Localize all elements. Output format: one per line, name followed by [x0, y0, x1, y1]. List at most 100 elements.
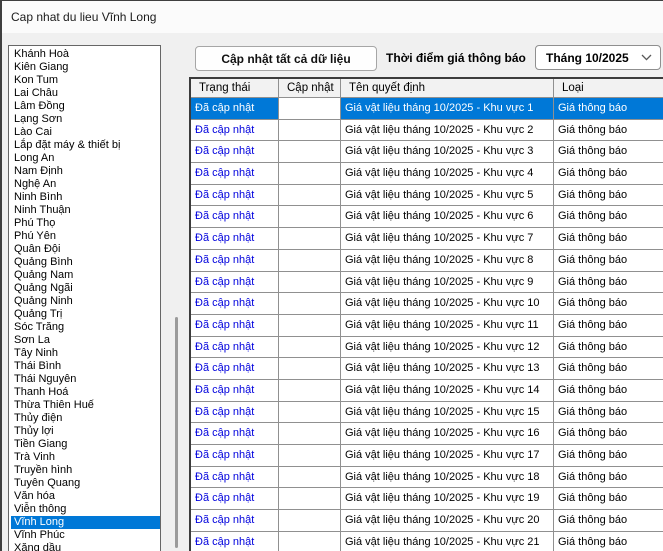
- table-row[interactable]: Đã cập nhậtGiá vật liệu tháng 10/2025 - …: [191, 532, 663, 551]
- cell-update[interactable]: [279, 423, 341, 445]
- list-item[interactable]: Thừa Thiên Huế: [11, 399, 160, 412]
- cell-status[interactable]: Đã cập nhật: [191, 380, 279, 402]
- table-row[interactable]: Đã cập nhậtGiá vật liệu tháng 10/2025 - …: [191, 98, 663, 120]
- list-item[interactable]: Nam Định: [11, 165, 160, 178]
- cell-update[interactable]: [279, 467, 341, 489]
- cell-update[interactable]: [279, 141, 341, 163]
- list-item[interactable]: Lắp đặt máy & thiết bị: [11, 139, 160, 152]
- list-item[interactable]: Quân Đội: [11, 243, 160, 256]
- list-item[interactable]: Kon Tum: [11, 74, 160, 87]
- cell-status[interactable]: Đã cập nhật: [191, 228, 279, 250]
- table-row[interactable]: Đã cập nhậtGiá vật liệu tháng 10/2025 - …: [191, 337, 663, 359]
- cell-update[interactable]: [279, 120, 341, 142]
- list-item[interactable]: Vĩnh Phúc: [11, 529, 160, 542]
- cell-status[interactable]: Đã cập nhật: [191, 445, 279, 467]
- cell-update[interactable]: [279, 293, 341, 315]
- list-item[interactable]: Tuyên Quang: [11, 477, 160, 490]
- table-row[interactable]: Đã cập nhậtGiá vật liệu tháng 10/2025 - …: [191, 423, 663, 445]
- list-item[interactable]: Viễn thông: [11, 503, 160, 516]
- list-item[interactable]: Quảng Trị: [11, 308, 160, 321]
- list-item[interactable]: Thanh Hoá: [11, 386, 160, 399]
- list-item[interactable]: Long An: [11, 152, 160, 165]
- list-item[interactable]: Khánh Hoà: [11, 48, 160, 61]
- cell-status[interactable]: Đã cập nhật: [191, 488, 279, 510]
- table-row[interactable]: Đã cập nhậtGiá vật liệu tháng 10/2025 - …: [191, 315, 663, 337]
- list-item[interactable]: Thủy lợi: [11, 425, 160, 438]
- cell-update[interactable]: [279, 402, 341, 424]
- cell-update[interactable]: [279, 98, 341, 120]
- list-item[interactable]: Lai Châu: [11, 87, 160, 100]
- cell-update[interactable]: [279, 488, 341, 510]
- table-row[interactable]: Đã cập nhậtGiá vật liệu tháng 10/2025 - …: [191, 293, 663, 315]
- cell-update[interactable]: [279, 337, 341, 359]
- table-row[interactable]: Đã cập nhậtGiá vật liệu tháng 10/2025 - …: [191, 185, 663, 207]
- list-item[interactable]: Sơn La: [11, 334, 160, 347]
- listbox-scrollbar-thumb[interactable]: [175, 317, 178, 548]
- column-header-status[interactable]: Trạng thái: [191, 79, 279, 98]
- table-row[interactable]: Đã cập nhậtGiá vật liệu tháng 10/2025 - …: [191, 141, 663, 163]
- list-item[interactable]: Lạng Sơn: [11, 113, 160, 126]
- table-row[interactable]: Đã cập nhậtGiá vật liệu tháng 10/2025 - …: [191, 445, 663, 467]
- table-row[interactable]: Đã cập nhậtGiá vật liệu tháng 10/2025 - …: [191, 163, 663, 185]
- list-item[interactable]: Vĩnh Long: [11, 516, 160, 529]
- cell-status[interactable]: Đã cập nhật: [191, 467, 279, 489]
- list-item[interactable]: Thái Bình: [11, 360, 160, 373]
- table-row[interactable]: Đã cập nhậtGiá vật liệu tháng 10/2025 - …: [191, 206, 663, 228]
- cell-status[interactable]: Đã cập nhật: [191, 141, 279, 163]
- list-item[interactable]: Tiền Giang: [11, 438, 160, 451]
- title-bar[interactable]: Cap nhat du lieu Vĩnh Long: [2, 1, 663, 33]
- list-item[interactable]: Ninh Thuận: [11, 204, 160, 217]
- list-item[interactable]: Trà Vinh: [11, 451, 160, 464]
- cell-update[interactable]: [279, 510, 341, 532]
- table-row[interactable]: Đã cập nhậtGiá vật liệu tháng 10/2025 - …: [191, 250, 663, 272]
- cell-update[interactable]: [279, 272, 341, 294]
- cell-update[interactable]: [279, 380, 341, 402]
- list-item[interactable]: Thái Nguyên: [11, 373, 160, 386]
- cell-update[interactable]: [279, 315, 341, 337]
- cell-status[interactable]: Đã cập nhật: [191, 185, 279, 207]
- list-item[interactable]: Truyền hình: [11, 464, 160, 477]
- list-item[interactable]: Lào Cai: [11, 126, 160, 139]
- list-item[interactable]: Văn hóa: [11, 490, 160, 503]
- column-header-update[interactable]: Cập nhật: [279, 79, 341, 98]
- list-item[interactable]: Quảng Bình: [11, 256, 160, 269]
- cell-status[interactable]: Đã cập nhật: [191, 120, 279, 142]
- list-item[interactable]: Quảng Ninh: [11, 295, 160, 308]
- cell-status[interactable]: Đã cập nhật: [191, 402, 279, 424]
- cell-update[interactable]: [279, 358, 341, 380]
- cell-status[interactable]: Đã cập nhật: [191, 315, 279, 337]
- cell-update[interactable]: [279, 228, 341, 250]
- cell-update[interactable]: [279, 163, 341, 185]
- list-item[interactable]: Kiên Giang: [11, 61, 160, 74]
- cell-status[interactable]: Đã cập nhật: [191, 250, 279, 272]
- cell-update[interactable]: [279, 185, 341, 207]
- table-row[interactable]: Đã cập nhậtGiá vật liệu tháng 10/2025 - …: [191, 510, 663, 532]
- column-header-type[interactable]: Loại: [554, 79, 663, 98]
- list-item[interactable]: Phú Yên: [11, 230, 160, 243]
- list-item[interactable]: Ninh Bình: [11, 191, 160, 204]
- table-row[interactable]: Đã cập nhậtGiá vật liệu tháng 10/2025 - …: [191, 467, 663, 489]
- update-all-button[interactable]: Cập nhật tất cả dữ liệu: [195, 46, 377, 71]
- cell-status[interactable]: Đã cập nhật: [191, 510, 279, 532]
- table-row[interactable]: Đã cập nhậtGiá vật liệu tháng 10/2025 - …: [191, 488, 663, 510]
- cell-status[interactable]: Đã cập nhật: [191, 423, 279, 445]
- table-row[interactable]: Đã cập nhậtGiá vật liệu tháng 10/2025 - …: [191, 272, 663, 294]
- cell-update[interactable]: [279, 445, 341, 467]
- cell-update[interactable]: [279, 206, 341, 228]
- table-row[interactable]: Đã cập nhậtGiá vật liệu tháng 10/2025 - …: [191, 380, 663, 402]
- cell-status[interactable]: Đã cập nhật: [191, 337, 279, 359]
- list-item[interactable]: Quảng Ngãi: [11, 282, 160, 295]
- period-select[interactable]: Tháng 10/2025: [535, 45, 661, 70]
- list-item[interactable]: Lâm Đồng: [11, 100, 160, 113]
- list-item[interactable]: Xăng dầu: [11, 542, 160, 551]
- list-item[interactable]: Quảng Nam: [11, 269, 160, 282]
- list-item[interactable]: Nghệ An: [11, 178, 160, 191]
- cell-status[interactable]: Đã cập nhật: [191, 272, 279, 294]
- cell-status[interactable]: Đã cập nhật: [191, 98, 279, 120]
- table-row[interactable]: Đã cập nhậtGiá vật liệu tháng 10/2025 - …: [191, 120, 663, 142]
- cell-status[interactable]: Đã cập nhật: [191, 532, 279, 551]
- list-item[interactable]: Phú Thọ: [11, 217, 160, 230]
- list-item[interactable]: Sóc Trăng: [11, 321, 160, 334]
- table-row[interactable]: Đã cập nhậtGiá vật liệu tháng 10/2025 - …: [191, 358, 663, 380]
- cell-status[interactable]: Đã cập nhật: [191, 206, 279, 228]
